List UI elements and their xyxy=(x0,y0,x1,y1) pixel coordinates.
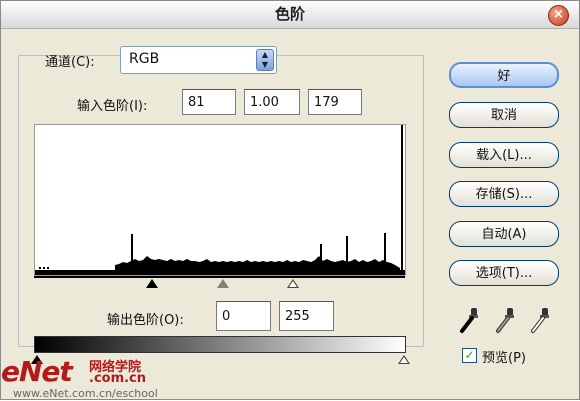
channel-select[interactable]: RGB ▲ ▼ xyxy=(120,46,277,74)
close-button[interactable]: × xyxy=(548,5,569,26)
enet-watermark: eNet 网络学院 .com.cn www.eNet.com.cn/eschoo… xyxy=(1,351,201,401)
output-black-field[interactable]: 0 xyxy=(216,301,271,331)
input-gamma-slider[interactable] xyxy=(217,279,229,288)
auto-button[interactable]: 自动(A) xyxy=(449,221,559,247)
output-white-slider[interactable] xyxy=(398,355,410,364)
dialog-title: 色阶 xyxy=(274,5,305,23)
histogram-baseline xyxy=(34,276,405,278)
input-black-field[interactable]: 81 xyxy=(182,89,236,115)
input-white-slider[interactable] xyxy=(287,279,299,288)
select-arrows-icon: ▲ ▼ xyxy=(256,49,274,71)
input-white-field[interactable]: 179 xyxy=(308,89,362,115)
input-levels-label: 输入色阶(I): xyxy=(77,99,148,114)
output-levels-label: 输出色阶(O): xyxy=(107,313,184,328)
watermark-url: www.eNet.com.cn/eschool xyxy=(13,387,158,400)
save-button[interactable]: 存储(S)... xyxy=(449,181,559,207)
input-gamma-field[interactable]: 1.00 xyxy=(244,89,300,115)
white-eyedropper-icon[interactable] xyxy=(529,307,551,335)
channel-value: RGB xyxy=(129,51,160,67)
histogram-plot xyxy=(35,125,405,275)
load-button[interactable]: 载入(L)... xyxy=(449,142,559,168)
enet-logo: eNet xyxy=(1,355,73,388)
ok-button[interactable]: 好 xyxy=(449,62,559,88)
cancel-button[interactable]: 取消 xyxy=(449,102,559,128)
output-white-field[interactable]: 255 xyxy=(279,301,334,331)
input-black-slider[interactable] xyxy=(146,279,158,288)
levels-dialog: 色阶 × 通道(C): RGB ▲ ▼ 输入色阶(I): 81 1.00 179 … xyxy=(0,0,580,400)
options-button[interactable]: 选项(T)... xyxy=(449,260,559,286)
histogram xyxy=(34,124,406,276)
title-bar[interactable]: 色阶 × xyxy=(1,1,579,29)
preview-label: 预览(P) xyxy=(482,351,526,366)
gray-eyedropper-icon[interactable] xyxy=(494,307,516,335)
channel-label: 通道(C): xyxy=(45,55,95,70)
watermark-domain: .com.cn xyxy=(89,371,147,386)
black-eyedropper-icon[interactable] xyxy=(458,307,480,335)
preview-checkbox[interactable]: ✓ xyxy=(462,348,477,363)
